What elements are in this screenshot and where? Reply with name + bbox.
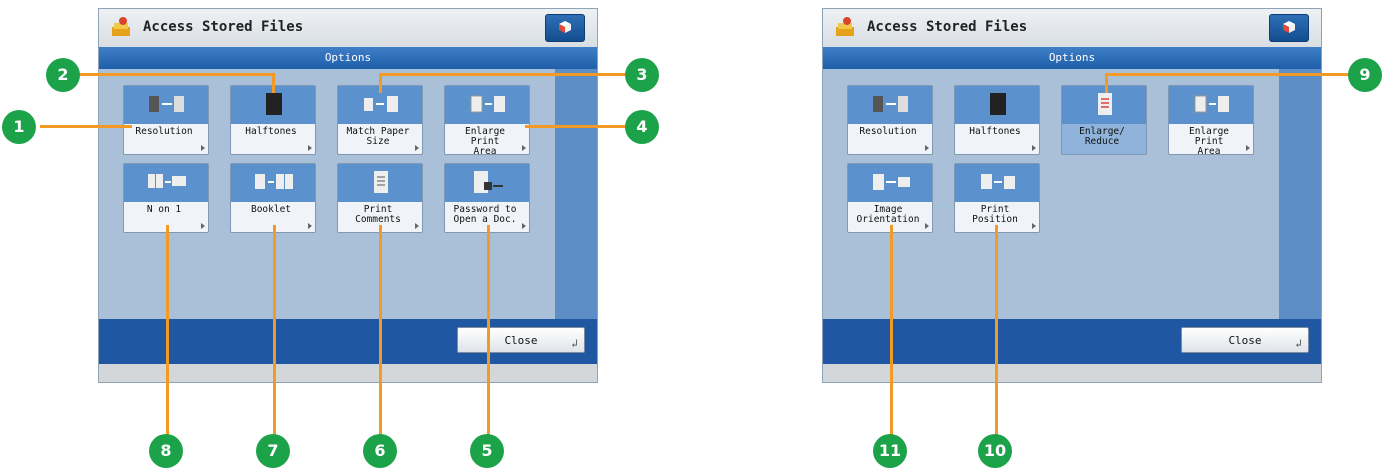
callout-6: 6 <box>363 434 397 468</box>
callout-7: 7 <box>256 434 290 468</box>
scroll-area <box>555 69 597 319</box>
leader-line <box>379 73 382 93</box>
callout-4: 4 <box>625 110 659 144</box>
resolution-icon <box>873 96 908 112</box>
tile-label: Print Position <box>972 204 1018 225</box>
app-title: Access Stored Files <box>143 19 304 35</box>
stored-files-icon <box>836 17 854 36</box>
comments-icon <box>374 171 388 193</box>
leader-line <box>40 125 132 128</box>
options-screen-left: Access Stored Files Options Resolution H… <box>98 8 598 383</box>
tile-label: Password to Open a Doc. <box>453 204 517 225</box>
return-icon: ↲ <box>571 337 578 350</box>
bottom-bar: Close ↲ <box>99 319 597 364</box>
print-position-button[interactable]: Print Position <box>954 163 1040 233</box>
tile-label: Resolution <box>135 126 193 137</box>
halftones-button[interactable]: Halftones <box>954 85 1040 155</box>
tile-label: N on 1 <box>146 204 182 215</box>
leader-line <box>995 225 998 437</box>
tile-label: Halftones <box>245 126 297 137</box>
print-position-icon <box>981 174 1015 189</box>
tile-label: Resolution <box>859 126 917 137</box>
options-screen-right: Access Stored Files Options Resolution H… <box>822 8 1322 383</box>
enlarge-print-area-button[interactable]: Enlarge Print Area <box>444 85 530 157</box>
title-bar: Access Stored Files <box>823 9 1321 47</box>
booklet-icon <box>255 174 293 189</box>
cube-icon <box>1283 21 1295 33</box>
leader-line <box>62 73 274 76</box>
enlarge-reduce-button[interactable]: Enlarge/ Reduce <box>1061 85 1147 155</box>
lock-key-icon <box>474 171 503 193</box>
leader-line <box>379 225 382 437</box>
tile-label: Halftones <box>969 126 1021 137</box>
n-on-1-icon <box>148 174 186 188</box>
options-bar: Options <box>823 47 1321 69</box>
resolution-button[interactable]: Resolution <box>123 85 209 155</box>
callout-2: 2 <box>46 58 80 92</box>
app-title: Access Stored Files <box>867 19 1028 35</box>
close-button[interactable]: Close ↲ <box>457 327 585 353</box>
callout-3: 3 <box>625 58 659 92</box>
options-bar: Options <box>99 47 597 69</box>
close-button[interactable]: Close ↲ <box>1181 327 1309 353</box>
tile-label: Enlarge Print Area <box>464 126 506 157</box>
resolution-icon <box>149 96 184 112</box>
enlarge-print-area-button[interactable]: Enlarge Print Area <box>1168 85 1254 157</box>
tile-label: Image Orientation <box>856 204 920 225</box>
status-bar <box>823 364 1321 382</box>
enlarge-reduce-icon <box>1098 93 1112 115</box>
tile-label: Enlarge/ Reduce <box>1079 126 1125 147</box>
scroll-area <box>1279 69 1321 319</box>
halftones-icon <box>266 93 282 115</box>
tile-label: Print Comments <box>355 204 401 225</box>
leader-line <box>273 225 276 437</box>
callout-8: 8 <box>149 434 183 468</box>
close-label: Close <box>1228 334 1262 347</box>
enlarge-area-icon <box>1194 95 1229 113</box>
booklet-button[interactable]: Booklet <box>230 163 316 233</box>
orientation-icon <box>873 174 910 190</box>
n-on-1-button[interactable]: N on 1 <box>123 163 209 233</box>
tile-label: Booklet <box>250 204 292 215</box>
status-monitor-button[interactable] <box>1269 14 1309 42</box>
print-comments-button[interactable]: Print Comments <box>337 163 423 233</box>
cube-icon <box>559 21 571 33</box>
bottom-bar: Close ↲ <box>823 319 1321 364</box>
callout-11: 11 <box>873 434 907 468</box>
tile-label: Match Paper Size <box>346 126 410 147</box>
resolution-button[interactable]: Resolution <box>847 85 933 155</box>
leader-line <box>381 73 626 76</box>
callout-10: 10 <box>978 434 1012 468</box>
leader-line <box>272 73 275 93</box>
enlarge-area-icon <box>470 95 505 113</box>
callout-9: 9 <box>1348 58 1382 92</box>
password-button[interactable]: Password to Open a Doc. <box>444 163 530 233</box>
leader-line <box>1106 73 1360 76</box>
halftones-button[interactable]: Halftones <box>230 85 316 155</box>
leader-line <box>166 225 169 437</box>
match-paper-size-button[interactable]: Match Paper Size <box>337 85 423 155</box>
leader-line <box>487 225 490 437</box>
title-bar: Access Stored Files <box>99 9 597 47</box>
leader-line <box>890 225 893 437</box>
halftones-icon <box>990 93 1006 115</box>
callout-1: 1 <box>2 110 36 144</box>
return-icon: ↲ <box>1295 337 1302 350</box>
leader-line <box>525 125 635 128</box>
stored-files-icon <box>112 17 130 36</box>
tile-label: Enlarge Print Area <box>1188 126 1230 157</box>
callout-5: 5 <box>470 434 504 468</box>
close-label: Close <box>504 334 538 347</box>
status-monitor-button[interactable] <box>545 14 585 42</box>
match-paper-icon <box>364 96 398 112</box>
image-orientation-button[interactable]: Image Orientation <box>847 163 933 233</box>
status-bar <box>99 364 597 382</box>
leader-line <box>1105 73 1108 93</box>
